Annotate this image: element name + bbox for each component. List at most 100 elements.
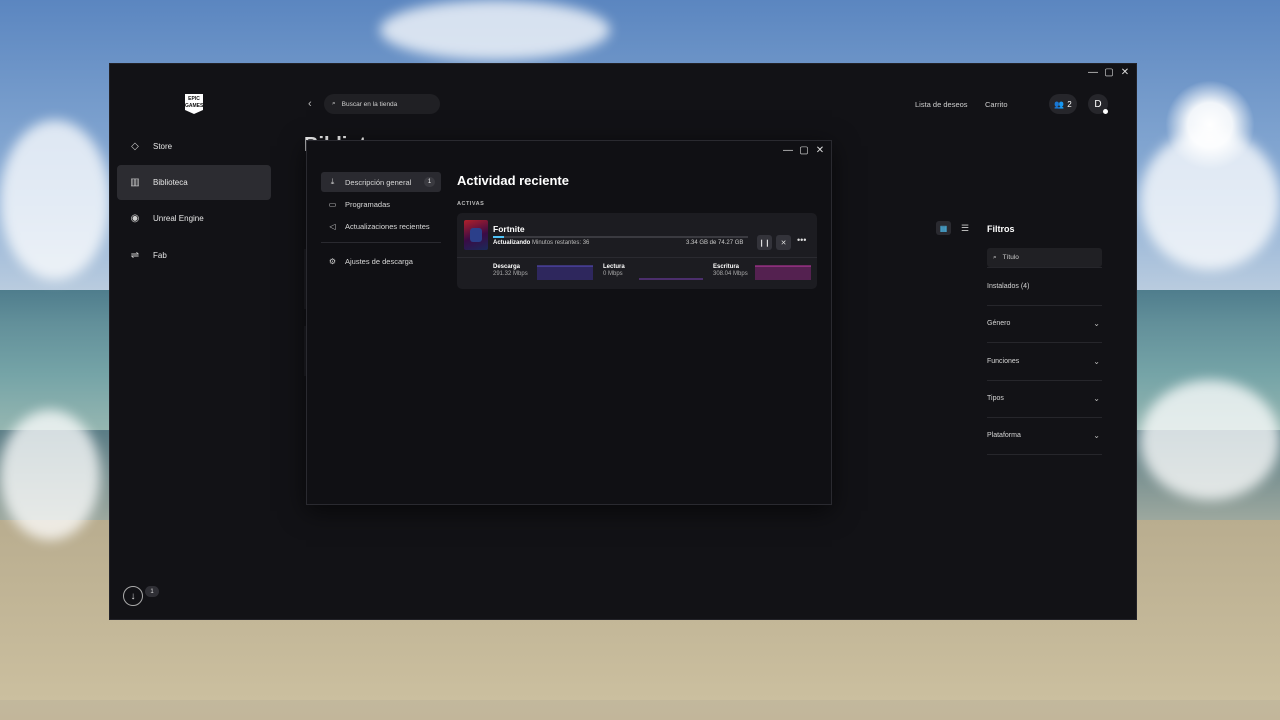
sidebar-item-fab[interactable]: ⇌ Fab <box>117 238 271 273</box>
filter-genre[interactable]: Género ⌄ <box>987 304 1102 343</box>
game-name: Fortnite <box>493 224 525 234</box>
filter-label: Género <box>987 320 1011 328</box>
menu-item-scheduled[interactable]: ▭ Programadas <box>321 194 441 214</box>
gear-icon: ⚙ <box>328 256 337 266</box>
close-icon: ✕ <box>780 239 787 247</box>
back-arrow-icon[interactable]: ‹ <box>308 98 312 110</box>
stat-value: 0 Mbps <box>603 271 623 277</box>
stat-value: 291.32 Mbps <box>493 271 528 277</box>
menu-divider <box>321 242 441 243</box>
downloads-button[interactable]: ↓ <box>123 586 143 606</box>
downloads-menu: ⤓ Descripción general 1 ▭ Programadas ◁ … <box>321 172 441 273</box>
library-icon: ▥ <box>130 177 140 188</box>
sidebar-item-unreal-engine[interactable]: ◉ Unreal Engine <box>117 201 271 236</box>
friends-button[interactable]: 👥 2 <box>1049 94 1077 114</box>
fab-icon: ⇌ <box>130 250 140 261</box>
count-badge: 1 <box>424 177 435 187</box>
tag-icon: ◇ <box>131 141 139 152</box>
filter-types[interactable]: Tipos ⌄ <box>987 379 1102 418</box>
graph-fill <box>537 266 593 280</box>
download-speed-graph <box>537 265 593 280</box>
sidebar: EPIC GAMES ◇ Store ▥ Biblioteca ◉ Unreal… <box>110 64 280 619</box>
active-section-label: ACTIVAS <box>457 201 485 207</box>
sidebar-item-store[interactable]: ◇ Store <box>117 129 271 164</box>
menu-item-overview[interactable]: ⤓ Descripción general 1 <box>321 172 441 192</box>
maximize-icon[interactable]: ▢ <box>1104 66 1114 78</box>
chevron-down-icon: ⌄ <box>1093 319 1100 329</box>
sidebar-item-library[interactable]: ▥ Biblioteca <box>117 165 271 200</box>
recent-activity-heading: Actividad reciente <box>457 173 569 188</box>
filter-label: Tipos <box>987 395 1004 403</box>
stat-download: Descarga 291.32 Mbps <box>493 264 528 277</box>
wallpaper-cloud <box>0 410 100 540</box>
title-filter-input[interactable]: ⌕ Título <box>987 248 1102 267</box>
close-icon[interactable]: ✕ <box>1120 66 1130 78</box>
menu-item-label: Actualizaciones recientes <box>345 221 430 231</box>
wallpaper-cloud <box>0 120 110 280</box>
online-status-dot <box>1103 109 1108 114</box>
filter-installed[interactable]: Instalados (4) <box>987 267 1102 305</box>
grid-view-icon[interactable]: ▦ <box>936 221 951 235</box>
store-search-input[interactable]: ⌕ Buscar en la tienda <box>324 94 440 114</box>
stat-label: Descarga <box>493 264 521 270</box>
pause-button[interactable]: ❙❙ <box>757 235 772 250</box>
game-thumbnail[interactable] <box>464 220 488 250</box>
wishlist-link[interactable]: Lista de deseos <box>915 100 968 109</box>
pause-icon: ❙❙ <box>758 239 771 247</box>
menu-item-label: Ajustes de descarga <box>345 256 413 266</box>
menu-item-download-settings[interactable]: ⚙ Ajustes de descarga <box>321 251 441 271</box>
status-line: Actualizando Minutos restantes: 36 <box>493 240 589 246</box>
menu-item-label: Programadas <box>345 199 391 209</box>
wallpaper-cloud <box>1140 380 1280 500</box>
wallpaper-cloud <box>1140 130 1280 270</box>
filters-panel: Filtros ⌕ Título Instalados (4) Género ⌄… <box>987 214 1102 455</box>
filter-platform[interactable]: Plataforma ⌄ <box>987 417 1102 455</box>
filters-title: Filtros <box>987 224 1015 234</box>
window-controls: — ▢ ✕ <box>1088 66 1130 78</box>
time-remaining: Minutos restantes: 36 <box>532 240 590 246</box>
search-icon: ⌕ <box>993 253 997 261</box>
downloads-badge: 1 <box>145 586 159 597</box>
wallpaper-cloud <box>380 0 610 60</box>
friends-count: 2 <box>1067 99 1072 109</box>
cart-link[interactable]: Carrito <box>985 100 1008 109</box>
unreal-icon: ◉ <box>130 213 140 224</box>
write-speed-graph <box>755 265 811 280</box>
friends-icon: 👥 <box>1054 99 1065 109</box>
download-progress-bar <box>493 236 748 238</box>
chevron-down-icon: ⌄ <box>1093 356 1100 366</box>
calendar-icon: ▭ <box>328 199 337 209</box>
menu-item-recent-updates[interactable]: ◁ Actualizaciones recientes <box>321 216 441 236</box>
maximize-icon[interactable]: ▢ <box>799 144 809 156</box>
sidebar-item-label: Fab <box>153 251 167 260</box>
more-options-icon[interactable]: ••• <box>797 235 806 245</box>
stat-label: Lectura <box>603 264 625 270</box>
downloads-window: — ▢ ✕ ⤓ Descripción general 1 ▭ Programa… <box>306 140 832 505</box>
cancel-button[interactable]: ✕ <box>776 235 791 250</box>
downloads-main: Actividad reciente ACTIVAS Fortnite Actu… <box>457 173 817 289</box>
status-text: Actualizando <box>493 240 531 246</box>
window-controls: — ▢ ✕ <box>783 144 825 156</box>
download-icon: ↓ <box>130 590 136 602</box>
minimize-icon[interactable]: — <box>783 144 793 156</box>
sidebar-item-label: Unreal Engine <box>153 214 204 223</box>
list-view-icon[interactable]: ☰ <box>958 221 972 235</box>
filter-placeholder: Título <box>1002 254 1019 261</box>
sidebar-item-label: Store <box>153 142 173 151</box>
download-icon: ⤓ <box>330 177 335 186</box>
card-divider <box>457 257 817 258</box>
stat-value: 308.04 Mbps <box>713 271 748 277</box>
close-icon[interactable]: ✕ <box>815 144 825 156</box>
epic-logo[interactable]: EPIC GAMES <box>185 94 203 114</box>
download-size: 3.34 GB de 74.27 GB <box>686 240 744 246</box>
filter-label: Funciones <box>987 357 1020 365</box>
sidebar-item-label: Biblioteca <box>153 178 188 187</box>
search-icon: ⌕ <box>332 100 336 107</box>
minimize-icon[interactable]: — <box>1088 66 1098 78</box>
stat-label: Escritura <box>713 264 740 270</box>
filter-label: Instalados (4) <box>987 282 1030 290</box>
filter-features[interactable]: Funciones ⌄ <box>987 342 1102 380</box>
chevron-down-icon: ⌄ <box>1093 431 1100 441</box>
chevron-down-icon: ⌄ <box>1093 394 1100 404</box>
menu-item-label: Descripción general <box>345 177 412 187</box>
